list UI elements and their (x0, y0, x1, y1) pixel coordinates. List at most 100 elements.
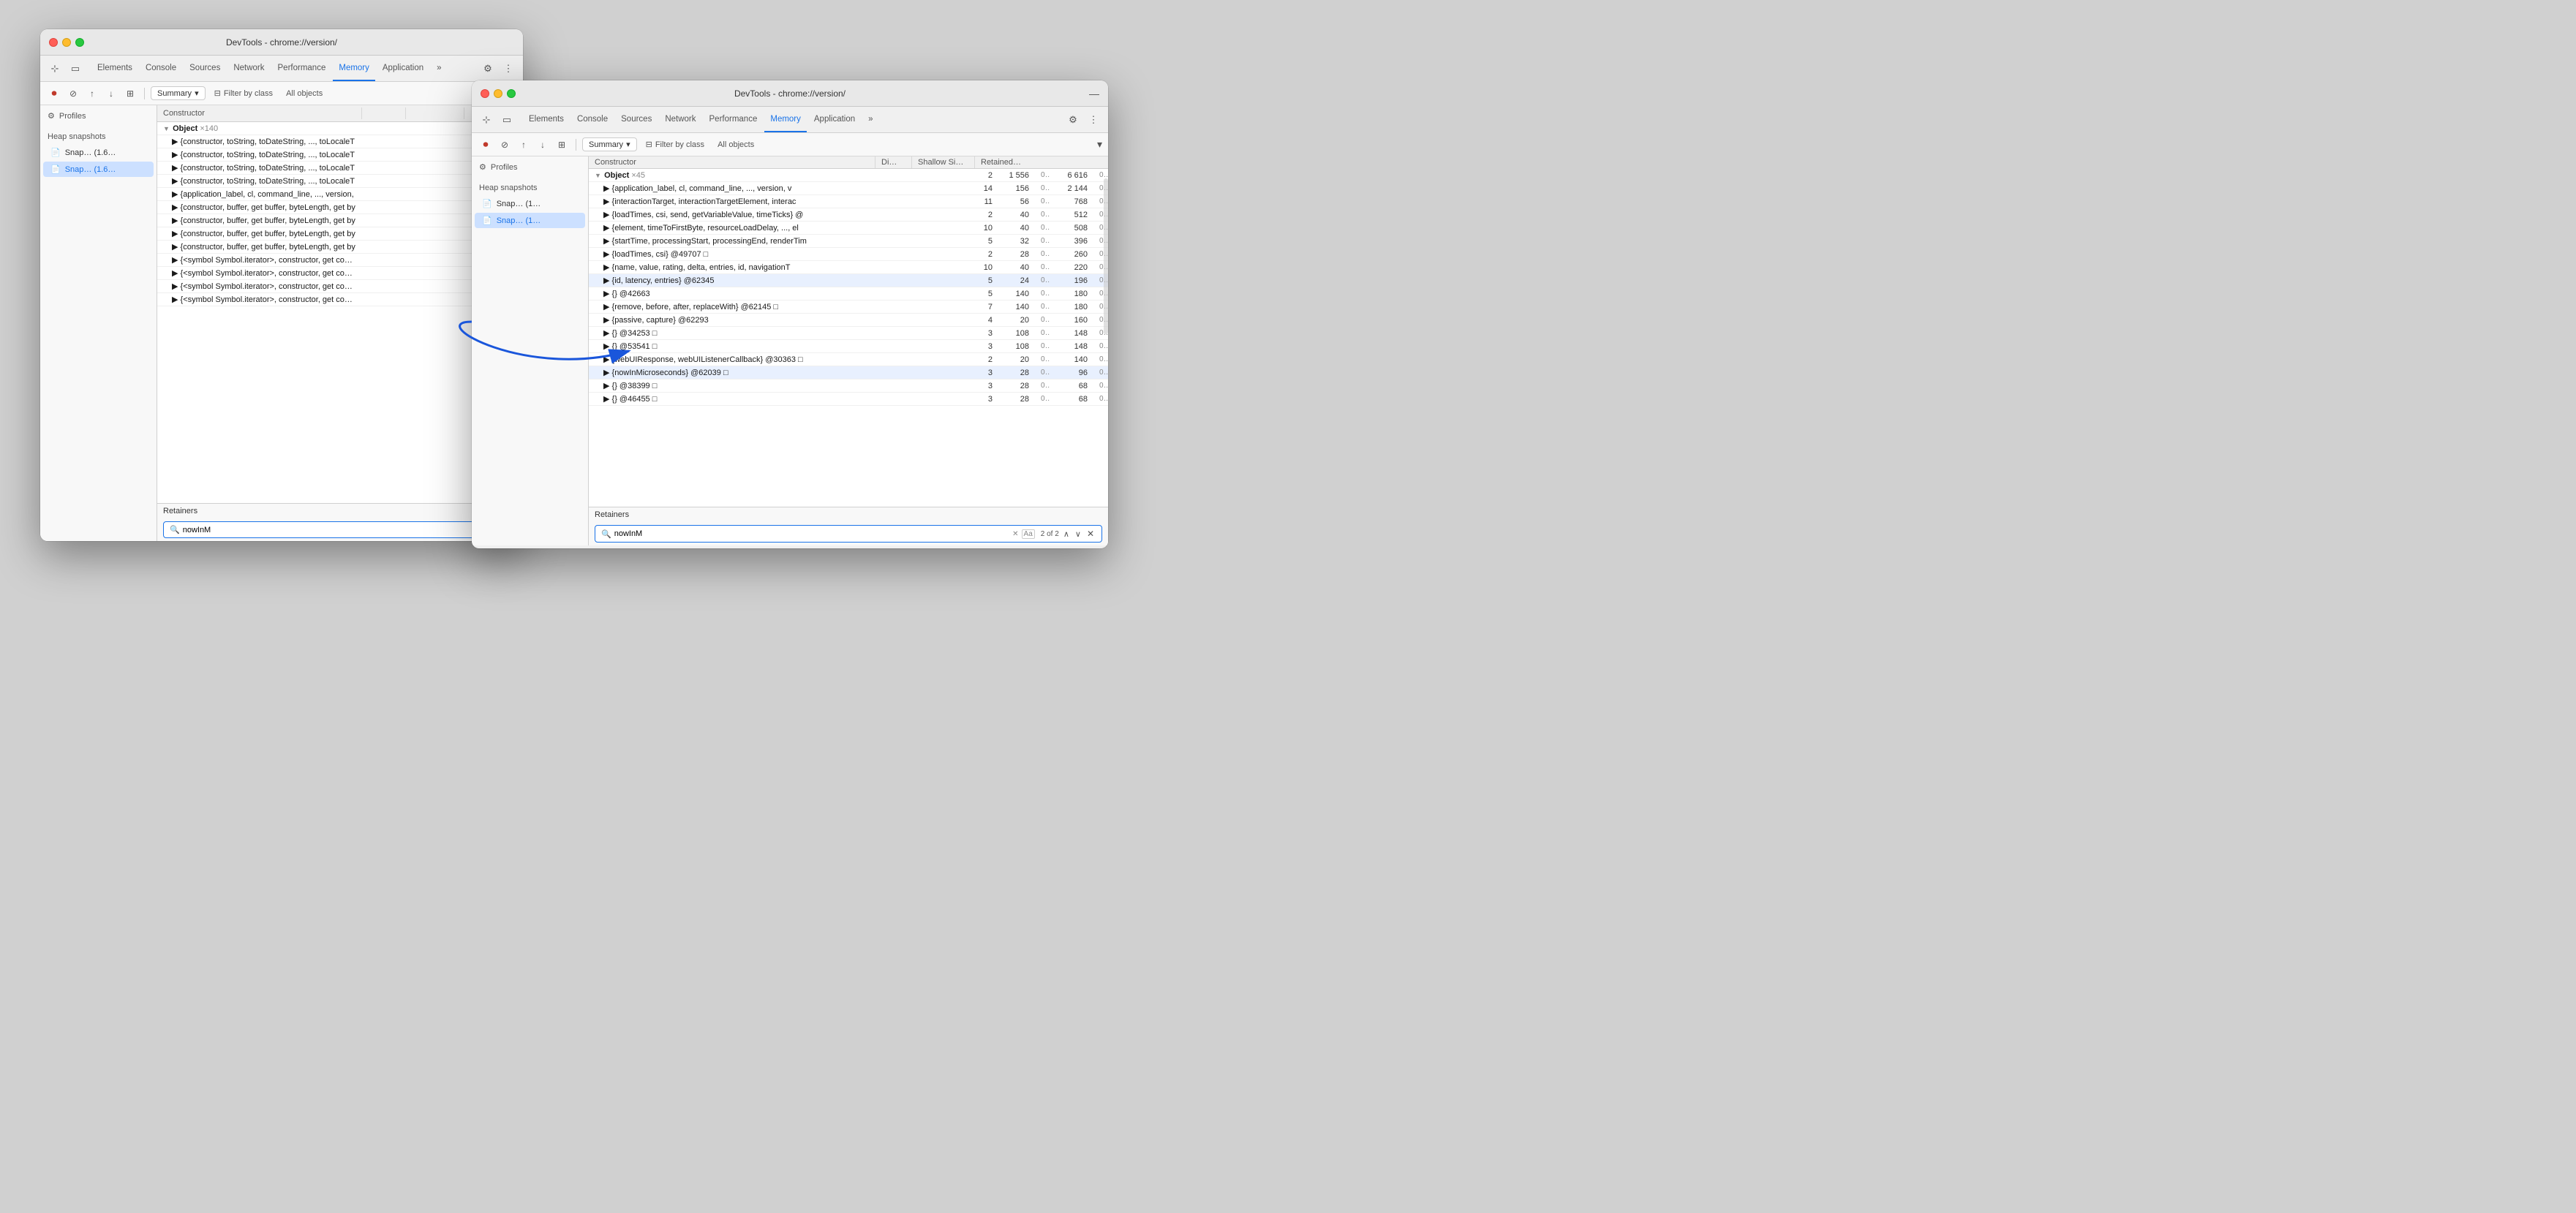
tab-more-1[interactable]: » (431, 56, 447, 81)
sidebar-snap1[interactable]: 📄 Snap… (1.6… (43, 145, 154, 160)
table-row[interactable]: ▶ {constructor, buffer, get buffer, byte… (157, 227, 523, 241)
table-row[interactable]: ▶ {application_label, cl, command_line, … (157, 188, 523, 201)
close-button-1[interactable] (49, 38, 58, 47)
sidebar-snap1-w2[interactable]: 📄 Snap… (1… (475, 196, 585, 211)
search-input-1[interactable] (183, 526, 511, 534)
search-next-icon[interactable]: ∨ (1074, 529, 1082, 539)
clear-button[interactable]: ⊘ (65, 86, 81, 102)
cursor-icon[interactable]: ⊹ (46, 60, 64, 78)
filter-class-btn[interactable]: ⊟ Filter by class (208, 87, 279, 99)
object-section-row[interactable]: ▼ Object ×45 2 1 556 0 % 6 616 0 % (589, 169, 1108, 182)
table-row[interactable]: ▶ {} @46455 □ 3 28 0 % 68 0 % (589, 393, 1108, 406)
table-row[interactable]: ▶ {remove, before, after, replaceWith} @… (589, 301, 1108, 314)
table-row[interactable]: ▶ {application_label, cl, command_line, … (589, 182, 1108, 195)
search-clear-icon[interactable]: ✕ (1012, 530, 1018, 538)
minimize-button-1[interactable] (62, 38, 71, 47)
more-vert-icon-2[interactable]: ⋮ (1085, 111, 1102, 129)
th-constructor[interactable]: Constructor (157, 107, 362, 119)
summary-dropdown-2[interactable]: Summary ▾ (582, 137, 637, 151)
tab-memory-2[interactable]: Memory (764, 107, 807, 132)
grid-button[interactable]: ⊞ (122, 86, 138, 102)
grid-button-2[interactable]: ⊞ (554, 137, 570, 153)
expander-icon[interactable]: ▼ (163, 125, 170, 132)
tab-more-2[interactable]: » (862, 107, 878, 132)
table-row[interactable]: ▶ {webUIResponse, webUIListenerCallback}… (589, 353, 1108, 366)
highlighted-row-2[interactable]: ▶ {nowInMicroseconds} @62039 □ 3 28 0 % … (589, 366, 1108, 379)
table-row[interactable]: ▶ {} @53541 □ 3 108 0 % 148 0 % (589, 340, 1108, 353)
table-row[interactable]: ▶ {element, timeToFirstByte, resourceLoa… (589, 222, 1108, 235)
maximize-button-2[interactable] (507, 89, 516, 98)
cursor-icon-2[interactable]: ⊹ (478, 111, 495, 129)
table-row[interactable]: ▶ {passive, capture} @62293 4 20 0 % 160… (589, 314, 1108, 327)
table-row[interactable]: ▶ {<symbol Symbol.iterator>, constructor… (157, 267, 523, 280)
tab-application-2[interactable]: Application (808, 107, 861, 132)
table-row[interactable]: ▶ {<symbol Symbol.iterator>, constructor… (157, 254, 523, 267)
minimize-icon[interactable]: — (1089, 88, 1099, 99)
search-input-2[interactable] (614, 529, 1009, 538)
toolbar-dropdown-right[interactable]: ▾ (1097, 138, 1102, 151)
th-constructor-2[interactable]: Constructor (589, 156, 875, 168)
gear-icon-2[interactable]: ⚙ (1064, 111, 1082, 129)
tab-console-2[interactable]: Console (571, 107, 614, 132)
table-row[interactable]: ▶ {interactionTarget, interactionTargetE… (589, 195, 1108, 208)
record-button-2[interactable]: ⏺ (478, 137, 494, 153)
tab-network-2[interactable]: Network (659, 107, 701, 132)
sidebar-snap2[interactable]: 📄 Snap… (1.6… (43, 162, 154, 177)
table-row[interactable]: ▶ {loadTimes, csi} @49707 □ 2 28 0 % 260… (589, 248, 1108, 261)
table-row[interactable]: ▶ {constructor, toString, toDateString, … (157, 135, 523, 148)
download-button-2[interactable]: ↓ (535, 137, 551, 153)
tab-elements-1[interactable]: Elements (91, 56, 138, 81)
object-section-header[interactable]: ▼ Object ×140 (157, 122, 523, 135)
th-shallow[interactable] (406, 107, 464, 119)
clear-button-2[interactable]: ⊘ (497, 137, 513, 153)
record-button[interactable]: ⏺ (46, 86, 62, 102)
tab-application-1[interactable]: Application (377, 56, 429, 81)
table-row[interactable]: ▶ {startTime, processingStart, processin… (589, 235, 1108, 248)
table-row[interactable]: ▶ {} @34253 □ 3 108 0 % 148 0 % (589, 327, 1108, 340)
table-row[interactable]: ▶ {constructor, buffer, get buffer, byte… (157, 241, 523, 254)
th-distance[interactable] (362, 107, 406, 119)
th-retained-2[interactable]: Retained… (975, 156, 1096, 168)
more-vert-icon[interactable]: ⋮ (500, 60, 517, 78)
tab-sources-1[interactable]: Sources (184, 56, 226, 81)
table-row[interactable]: ▶ {constructor, toString, toDateString, … (157, 162, 523, 175)
table-row[interactable]: ▶ {constructor, buffer, get buffer, byte… (157, 214, 523, 227)
table-row[interactable]: ▶ {<symbol Symbol.iterator>, constructor… (157, 293, 523, 306)
device-icon-2[interactable]: ▭ (498, 111, 516, 129)
sidebar-1: ⚙ Profiles Heap snapshots 📄 Snap… (1.6… … (40, 105, 157, 541)
table-row[interactable]: ▶ {constructor, toString, toDateString, … (157, 148, 523, 162)
expander-icon-2[interactable]: ▼ (595, 172, 602, 179)
upload-button[interactable]: ↑ (84, 86, 100, 102)
device-icon[interactable]: ▭ (67, 60, 84, 78)
search-prev-icon[interactable]: ∧ (1062, 529, 1071, 539)
gear-icon[interactable]: ⚙ (479, 60, 497, 78)
tab-performance-1[interactable]: Performance (272, 56, 332, 81)
close-button-2[interactable] (481, 89, 489, 98)
highlighted-row-1[interactable]: ▶ {id, latency, entries} @62345 5 24 0 %… (589, 274, 1108, 287)
th-shallow-2[interactable]: Shallow Si… (912, 156, 975, 168)
tab-elements-2[interactable]: Elements (523, 107, 570, 132)
table-row[interactable]: ▶ {loadTimes, csi, send, getVariableValu… (589, 208, 1108, 222)
table-row[interactable]: ▶ {constructor, buffer, get buffer, byte… (157, 201, 523, 214)
upload-button-2[interactable]: ↑ (516, 137, 532, 153)
sidebar-snap2-w2[interactable]: 📄 Snap… (1… (475, 213, 585, 228)
table-row[interactable]: ▶ {} @42663 5 140 0 % 180 0 % (589, 287, 1108, 301)
download-button[interactable]: ↓ (103, 86, 119, 102)
table-row[interactable]: ▶ {} @38399 □ 3 28 0 % 68 0 % (589, 379, 1108, 393)
search-aa-icon[interactable]: Aa (1022, 529, 1035, 539)
table-row[interactable]: ▶ {name, value, rating, delta, entries, … (589, 261, 1108, 274)
tab-performance-2[interactable]: Performance (704, 107, 764, 132)
table-row[interactable]: ▶ {constructor, toString, toDateString, … (157, 175, 523, 188)
summary-dropdown[interactable]: Summary ▾ (151, 86, 206, 100)
tab-memory-1[interactable]: Memory (333, 56, 375, 81)
table-row[interactable]: ▶ {<symbol Symbol.iterator>, constructor… (157, 280, 523, 293)
th-distance-2[interactable]: Di… (875, 156, 912, 168)
filter-class-btn-2[interactable]: ⊟ Filter by class (640, 138, 710, 151)
tab-console-1[interactable]: Console (140, 56, 182, 81)
maximize-button-1[interactable] (75, 38, 84, 47)
tab-network-1[interactable]: Network (227, 56, 270, 81)
tab-sources-2[interactable]: Sources (615, 107, 658, 132)
minimize-button-2[interactable] (494, 89, 502, 98)
scrollbar-indicator[interactable] (1104, 178, 1108, 334)
search-close-icon[interactable]: ✕ (1085, 529, 1096, 539)
